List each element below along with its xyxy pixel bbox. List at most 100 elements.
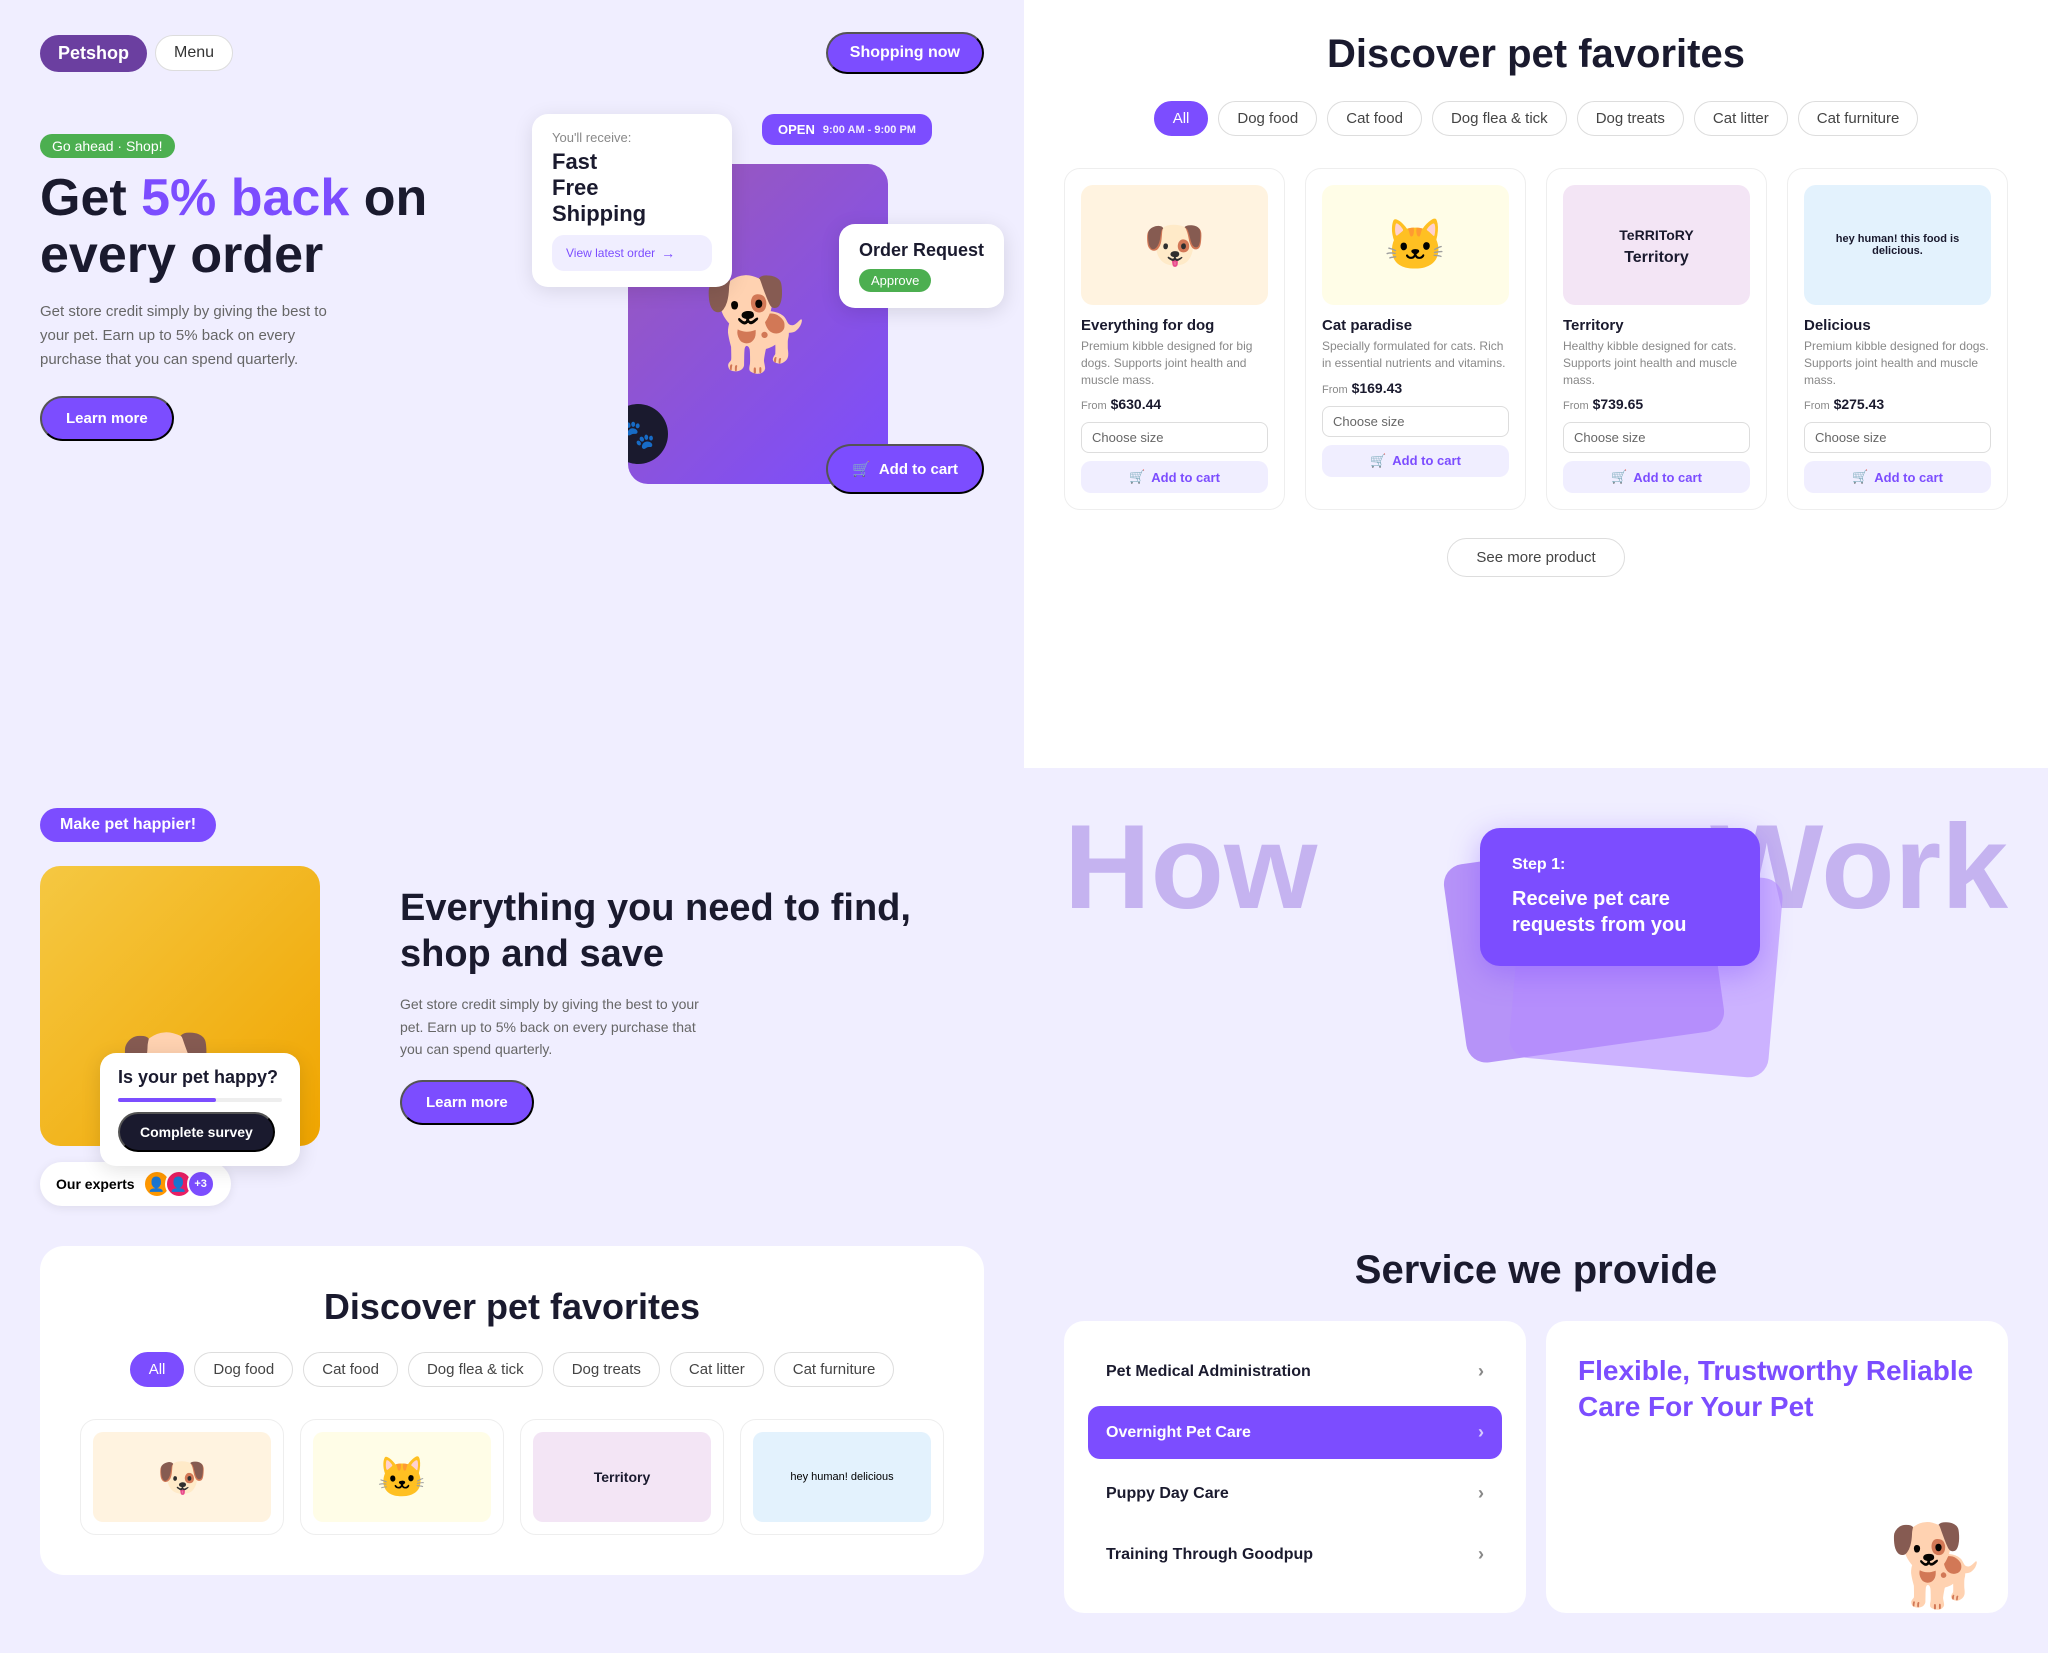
service-label-3: Puppy Day Care [1106, 1485, 1229, 1503]
add-cart-btn-3[interactable]: 🛒 Add to cart [1563, 461, 1750, 493]
from-label-2: From [1322, 384, 1348, 396]
size-select-2[interactable]: Choose size [1322, 406, 1509, 437]
step-1-desc: Receive pet care requests from you [1512, 886, 1728, 938]
mini-img-3: Territory [533, 1432, 711, 1522]
from-label-4: From [1804, 400, 1830, 412]
open-badge: OPEN 9:00 AM - 9:00 PM [762, 114, 932, 145]
hero-badge: Go ahead · Shop! [40, 134, 175, 158]
filter-dog-food[interactable]: Dog food [1218, 101, 1317, 136]
survey-card: Is your pet happy? Complete survey [100, 1053, 300, 1166]
hero-title: Get 5% back on every order [40, 170, 492, 284]
add-cart-label-3: Add to cart [1633, 470, 1702, 485]
how-it-works: How Work Step 1: Receive pet care reques… [1024, 768, 2048, 1208]
service-item-3[interactable]: Puppy Day Care › [1088, 1467, 1502, 1520]
add-cart-btn-1[interactable]: 🛒 Add to cart [1081, 461, 1268, 493]
size-select-1[interactable]: Choose size [1081, 422, 1268, 453]
product-img-2: 🐱 [1322, 185, 1509, 305]
filter-dog-flea[interactable]: Dog flea & tick [1432, 101, 1567, 136]
bottom-filter-cat-litter[interactable]: Cat litter [670, 1352, 764, 1387]
discover-bottom-title: Discover pet favorites [80, 1286, 944, 1328]
how-text: How [1064, 798, 1317, 936]
arrow-icon: → [661, 245, 675, 261]
hero-learn-more-button[interactable]: Learn more [40, 396, 174, 441]
bottom-filter-dog-treats[interactable]: Dog treats [553, 1352, 660, 1387]
size-select-3[interactable]: Choose size [1563, 422, 1750, 453]
services-section: Service we provide Pet Medical Administr… [1024, 1208, 2048, 1653]
mini-img-2: 🐱 [313, 1432, 491, 1522]
filter-cat-furniture[interactable]: Cat furniture [1798, 101, 1919, 136]
mini-product-3: Territory [520, 1419, 724, 1535]
cart-icon-4: 🛒 [1852, 469, 1868, 485]
progress-fill [118, 1098, 216, 1102]
discover-section: Discover pet favorites All Dog food Cat … [1024, 0, 2048, 768]
make-pet-badge: Make pet happier! [40, 808, 216, 842]
promo-title: Flexible, Trustworthy Reliable Care For … [1578, 1353, 1976, 1426]
view-latest-order[interactable]: View latest order → [552, 235, 712, 271]
product-price-2: From $169.43 [1322, 380, 1509, 396]
size-select-4[interactable]: Choose size [1804, 422, 1991, 453]
bottom-right: Everything you need to find, shop and sa… [400, 866, 984, 1125]
service-item-2[interactable]: Overnight Pet Care › [1088, 1406, 1502, 1459]
hero-title-prefix: Get [40, 169, 141, 227]
bottom-filter-dog-flea[interactable]: Dog flea & tick [408, 1352, 543, 1387]
expert-avatars: 👤 👤 +3 [143, 1170, 215, 1198]
hero-content: Go ahead · Shop! Get 5% back on every or… [40, 114, 984, 534]
see-more-button[interactable]: See more product [1447, 538, 1624, 577]
product-name-1: Everything for dog [1081, 317, 1268, 334]
mini-img-4: hey human! delicious [753, 1432, 931, 1522]
filter-dog-treats[interactable]: Dog treats [1577, 101, 1684, 136]
product-desc-3: Healthy kibble designed for cats. Suppor… [1563, 338, 1750, 388]
order-request-title: Order Request [859, 240, 984, 261]
bottom-filter-dog-food[interactable]: Dog food [194, 1352, 293, 1387]
complete-survey-button[interactable]: Complete survey [118, 1112, 275, 1152]
services-list-card: Pet Medical Administration › Overnight P… [1064, 1321, 1526, 1613]
services-promo-card: Flexible, Trustworthy Reliable Care For … [1546, 1321, 2008, 1613]
product-img-3: TeRRIToRY Territory [1563, 185, 1750, 305]
mini-img-1: 🐶 [93, 1432, 271, 1522]
add-cart-label-4: Add to cart [1874, 470, 1943, 485]
learn-more-button-2[interactable]: Learn more [400, 1080, 534, 1125]
service-label-1: Pet Medical Administration [1106, 1363, 1311, 1381]
discover-title: Discover pet favorites [1064, 32, 2008, 77]
filter-cat-food[interactable]: Cat food [1327, 101, 1422, 136]
product-card-3: TeRRIToRY Territory Territory Healthy ki… [1546, 168, 1767, 510]
add-to-cart-label: Add to cart [879, 461, 958, 478]
product-name-2: Cat paradise [1322, 317, 1509, 334]
service-arrow-4: › [1478, 1544, 1484, 1565]
step-1-number: Step 1: [1512, 856, 1728, 874]
cart-icon: 🛒 [852, 460, 871, 478]
product-card-4: hey human! this food is delicious. Delic… [1787, 168, 2008, 510]
mini-product-2: 🐱 [300, 1419, 504, 1535]
filter-cat-litter[interactable]: Cat litter [1694, 101, 1788, 136]
from-label-3: From [1563, 400, 1589, 412]
service-label-4: Training Through Goodpup [1106, 1546, 1313, 1564]
discover-bottom-filters: All Dog food Cat food Dog flea & tick Do… [80, 1352, 944, 1387]
hero-subtitle: Get store credit simply by giving the be… [40, 300, 340, 372]
add-to-cart-button[interactable]: 🛒 Add to cart [826, 444, 984, 494]
bottom-filter-all[interactable]: All [130, 1352, 185, 1387]
product-img-4: hey human! this food is delicious. [1804, 185, 1991, 305]
approve-badge: Approve [859, 269, 931, 292]
bottom-content: 🐕 Is your pet happy? Complete survey Our… [40, 866, 984, 1206]
cart-icon-2: 🛒 [1370, 453, 1386, 469]
add-cart-btn-4[interactable]: 🛒 Add to cart [1804, 461, 1991, 493]
order-request-card: Order Request Approve [839, 224, 1004, 308]
experts-badge: Our experts 👤 👤 +3 [40, 1162, 231, 1206]
hero-section: Petshop Menu Shopping now Go ahead · Sho… [0, 0, 1024, 768]
dog-sitting-image: 🐕 [1888, 1519, 1988, 1613]
service-arrow-3: › [1478, 1483, 1484, 1504]
left-bottom-section: Make pet happier! 🐕 Is your pet happy? C… [0, 768, 1024, 1653]
filter-all[interactable]: All [1154, 101, 1209, 136]
page-grid: Petshop Menu Shopping now Go ahead · Sho… [0, 0, 2048, 1653]
menu-button[interactable]: Menu [155, 35, 233, 71]
filter-tabs: All Dog food Cat food Dog flea & tick Do… [1064, 101, 2008, 136]
bottom-filter-cat-furniture[interactable]: Cat furniture [774, 1352, 895, 1387]
shopping-now-button[interactable]: Shopping now [826, 32, 984, 74]
open-hours: 9:00 AM - 9:00 PM [823, 124, 916, 136]
product-price-1: From $630.44 [1081, 396, 1268, 412]
product-desc-4: Premium kibble designed for dogs. Suppor… [1804, 338, 1991, 388]
service-item-1[interactable]: Pet Medical Administration › [1088, 1345, 1502, 1398]
add-cart-btn-2[interactable]: 🛒 Add to cart [1322, 445, 1509, 477]
bottom-filter-cat-food[interactable]: Cat food [303, 1352, 398, 1387]
nav-logo: Petshop [40, 35, 147, 72]
